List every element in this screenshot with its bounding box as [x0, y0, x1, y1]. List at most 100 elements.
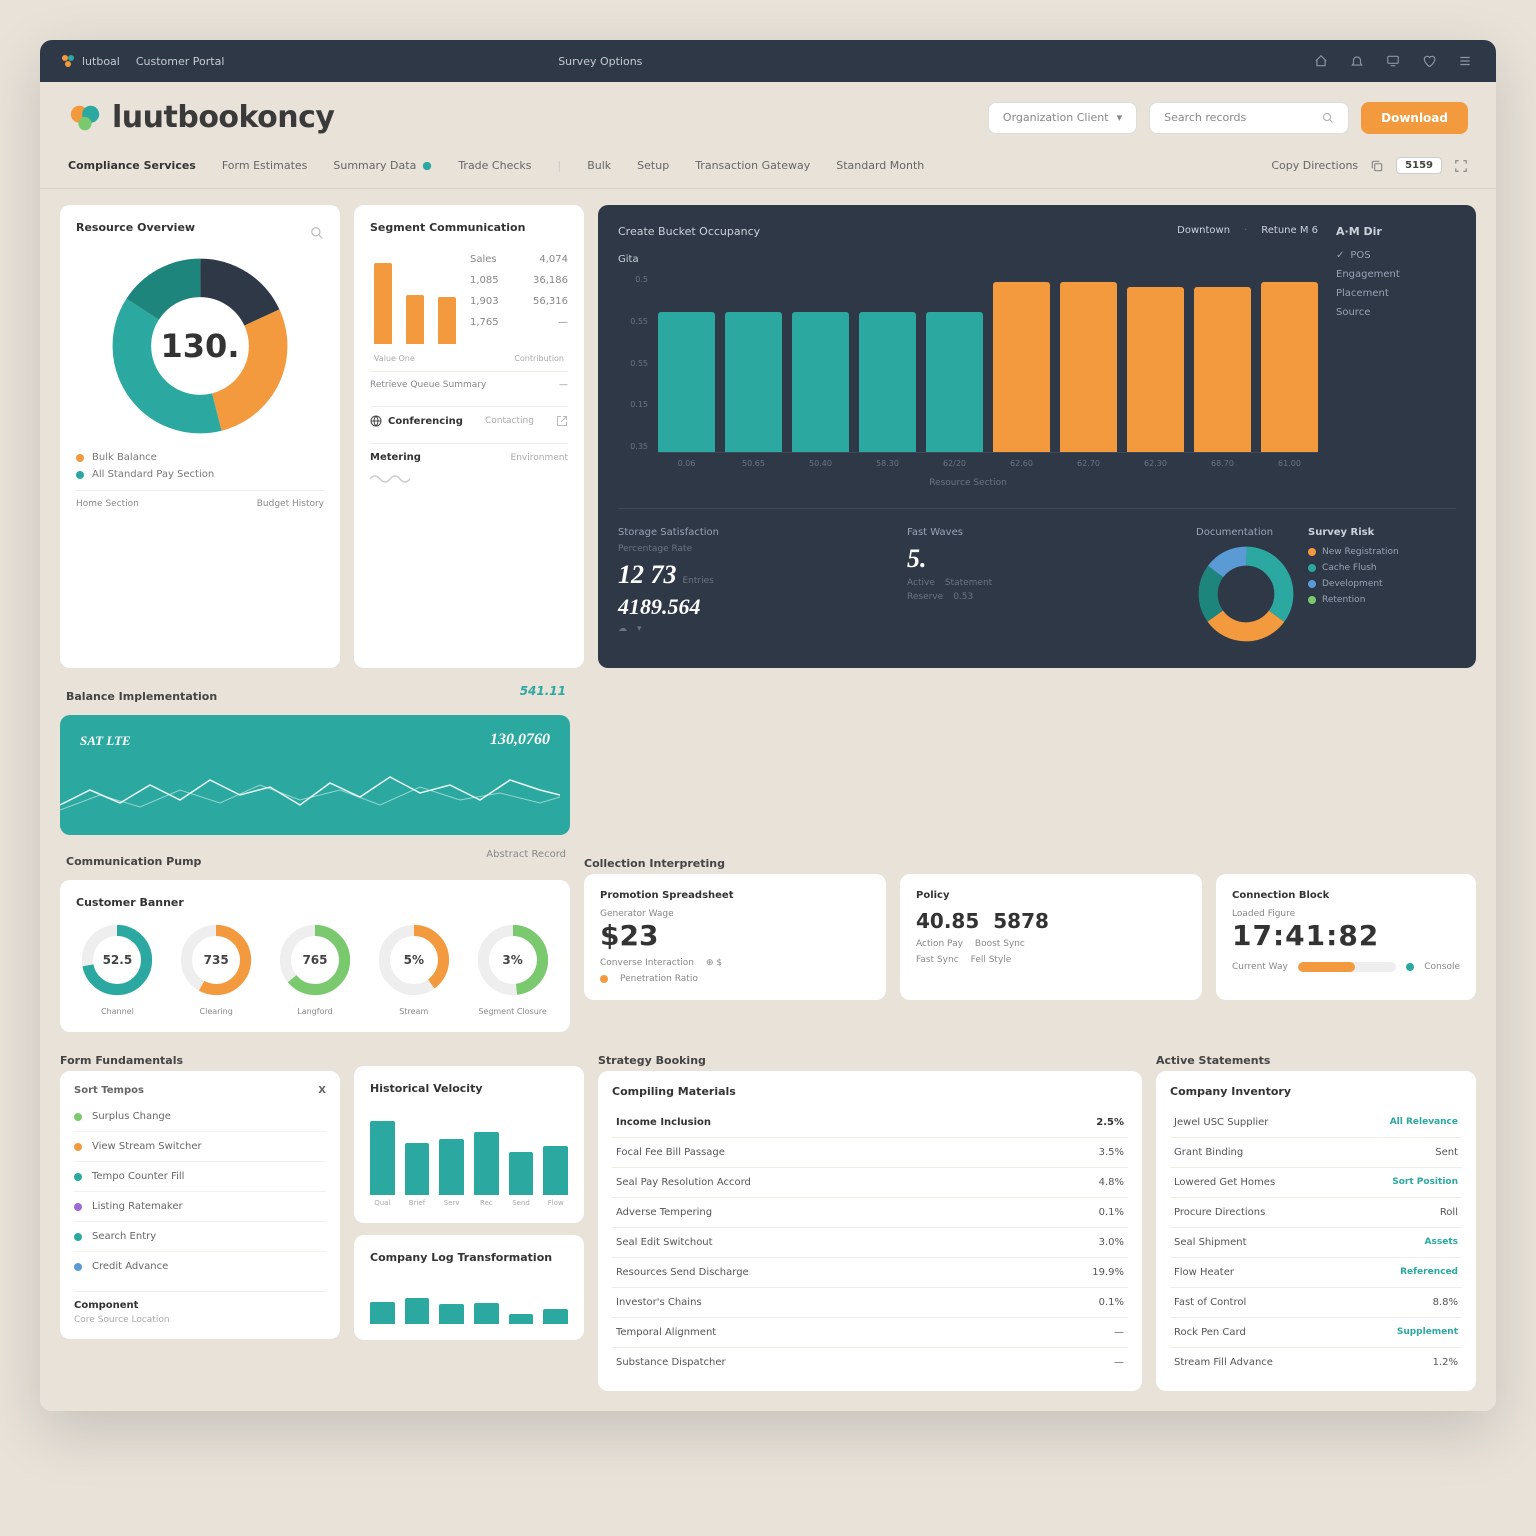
- search-input[interactable]: Search records: [1149, 102, 1349, 134]
- section-label: Communication Pump: [64, 849, 203, 874]
- section-label: Balance Implementation: [64, 684, 219, 709]
- dark-stat-1: Storage Satisfaction Percentage Rate 12 …: [618, 527, 887, 648]
- topbar-brand: lutboal: [82, 55, 120, 68]
- badge-count: 5159: [1396, 157, 1442, 174]
- legend-item: Bulk Balance: [76, 452, 324, 463]
- section-heading: Active Statements: [1156, 1046, 1476, 1071]
- ring-item: 5% Stream: [375, 921, 453, 1016]
- close-icon[interactable]: X: [318, 1085, 326, 1096]
- brand-icon: [68, 101, 102, 135]
- subnav-item[interactable]: Compliance Services: [68, 153, 196, 178]
- subnav-item[interactable]: Transaction Gateway: [695, 153, 810, 178]
- list-item[interactable]: Tempo Counter Fill: [74, 1162, 326, 1192]
- list-item[interactable]: Search Entry: [74, 1222, 326, 1252]
- menu-icon[interactable]: [1454, 50, 1476, 72]
- bell-icon[interactable]: [1346, 50, 1368, 72]
- list-item[interactable]: Surplus Change: [74, 1102, 326, 1132]
- dark-stat-2: Fast Waves 5. ActiveStatement Reserve0.5…: [907, 527, 1176, 648]
- section-title: Metering: [370, 452, 421, 463]
- topbar-center: Survey Options: [558, 55, 642, 68]
- table-row[interactable]: Investor's Chains0.1%: [612, 1288, 1128, 1318]
- dark-title: Create Bucket Occupancy: [618, 225, 760, 238]
- teal-banner: SAT LTE 130,0760: [60, 715, 570, 835]
- section-title: Conferencing: [370, 415, 463, 427]
- subnav-item[interactable]: Trade Checks: [458, 153, 531, 178]
- table-row[interactable]: Adverse Tempering0.1%: [612, 1198, 1128, 1228]
- topbar: lutboal Customer Portal Survey Options: [40, 40, 1496, 82]
- section-heading: Form Fundamentals: [60, 1046, 340, 1071]
- table-row[interactable]: Procure DirectionsRoll: [1170, 1198, 1462, 1228]
- stat-card-policy: Policy 40.85 5878 Action PayBoost Sync F…: [900, 874, 1202, 1000]
- table-row[interactable]: Seal ShipmentAssets: [1170, 1228, 1462, 1258]
- copy-icon[interactable]: [1370, 159, 1384, 173]
- section-heading: Collection Interpreting: [584, 849, 1476, 874]
- content-row-1: Resource Overview 130. Bulk Balance All …: [40, 189, 1496, 684]
- table-row[interactable]: Stream Fill Advance1.2%: [1170, 1348, 1462, 1377]
- cloud-icon: ☁: [618, 624, 627, 634]
- topbar-tagline: Customer Portal: [136, 55, 225, 68]
- expand-icon[interactable]: [1454, 159, 1468, 173]
- search-icon[interactable]: [310, 226, 324, 240]
- table-compiling: Compiling Materials Income Inclusion2.5%…: [598, 1071, 1142, 1391]
- display-icon[interactable]: [1382, 50, 1404, 72]
- stat-card-promotion: Promotion Spreadsheet Generator Wage $23…: [584, 874, 886, 1000]
- subnav-right-label: Copy Directions: [1271, 159, 1358, 172]
- subnav-item[interactable]: Summary Data: [333, 153, 432, 178]
- company-log-card: Company Log Transformation: [354, 1235, 584, 1340]
- table-row[interactable]: Resources Send Discharge19.9%: [612, 1258, 1128, 1288]
- ring-item: 735 Clearing: [177, 921, 255, 1016]
- table-row[interactable]: Rock Pen CardSupplement: [1170, 1318, 1462, 1348]
- table-row[interactable]: Temporal Alignment—: [612, 1318, 1128, 1348]
- table-row[interactable]: Substance Dispatcher—: [612, 1348, 1128, 1377]
- table-row[interactable]: Fast of Control8.8%: [1170, 1288, 1462, 1318]
- heart-icon[interactable]: [1418, 50, 1440, 72]
- table-row[interactable]: Flow HeaterReferenced: [1170, 1258, 1462, 1288]
- ring-item: 52.5 Channel: [78, 921, 156, 1016]
- table-inventory: Company Inventory Jewel USC SupplierAll …: [1156, 1071, 1476, 1391]
- table-row[interactable]: Seal Edit Switchout3.0%: [612, 1228, 1128, 1258]
- list-item[interactable]: Listing Ratemaker: [74, 1192, 326, 1222]
- table-row[interactable]: Grant BindingSent: [1170, 1138, 1462, 1168]
- table-row[interactable]: Jewel USC SupplierAll Relevance: [1170, 1108, 1462, 1138]
- subnav-item[interactable]: Bulk: [587, 153, 611, 178]
- rings-card: Customer Banner 52.5 Channel 735 Clearin…: [60, 880, 570, 1032]
- donut-chart: 130.: [110, 256, 290, 436]
- list-item[interactable]: Credit Advance: [74, 1252, 326, 1281]
- brand: luutbookoncy: [68, 100, 335, 135]
- card-title: Segment Communication: [370, 221, 568, 234]
- table-row[interactable]: Seal Pay Resolution Accord4.8%: [612, 1168, 1128, 1198]
- download-button[interactable]: Download: [1361, 102, 1468, 134]
- dark-side-panel: A·M Dir ✓POS Engagement Placement Source: [1336, 225, 1456, 488]
- org-select[interactable]: Organization Client▾: [988, 102, 1137, 134]
- caret-down-icon: ▾: [637, 624, 642, 634]
- progress-bar: [1298, 962, 1396, 972]
- segment-card: Segment Communication Sales4,074 1,08536…: [354, 205, 584, 668]
- subnav-item[interactable]: Standard Month: [836, 153, 924, 178]
- card-title: Resource Overview: [76, 221, 195, 234]
- app-frame: lutboal Customer Portal Survey Options l…: [40, 40, 1496, 1411]
- bar-chart: [370, 1105, 568, 1195]
- home-icon[interactable]: [1310, 50, 1332, 72]
- donut-value: 130.: [161, 327, 240, 365]
- card-link[interactable]: Budget History: [257, 499, 324, 509]
- sparkline: [60, 765, 560, 825]
- subnav-item[interactable]: Setup: [637, 153, 669, 178]
- wave-icon: [370, 471, 410, 487]
- dark-donut-block: Documentation Survey Risk New Registrati…: [1196, 527, 1456, 648]
- section-heading: Strategy Booking: [598, 1046, 1142, 1071]
- mini-bar-chart: [370, 244, 460, 354]
- bar-chart: [370, 1274, 568, 1324]
- hist-velocity-card: Historical Velocity QualBriefServRecSend…: [354, 1066, 584, 1223]
- dark-bar-chart: 0.50.550.550.150.35: [618, 273, 1318, 453]
- external-icon[interactable]: [556, 415, 568, 427]
- table-row[interactable]: Lowered Get HomesSort Position: [1170, 1168, 1462, 1198]
- list-item[interactable]: View Stream Switcher: [74, 1132, 326, 1162]
- subnav-item[interactable]: Form Estimates: [222, 153, 308, 178]
- list-card: Sort TemposX Surplus ChangeView Stream S…: [60, 1071, 340, 1339]
- dark-tab[interactable]: Retune M 6: [1261, 225, 1318, 238]
- card-link[interactable]: Home Section: [76, 499, 139, 509]
- table-row[interactable]: Focal Fee Bill Passage3.5%: [612, 1138, 1128, 1168]
- donut-card: Resource Overview 130. Bulk Balance All …: [60, 205, 340, 668]
- dark-panel: Create Bucket Occupancy Downtown · Retun…: [598, 205, 1476, 668]
- dark-tab[interactable]: Downtown: [1177, 225, 1230, 238]
